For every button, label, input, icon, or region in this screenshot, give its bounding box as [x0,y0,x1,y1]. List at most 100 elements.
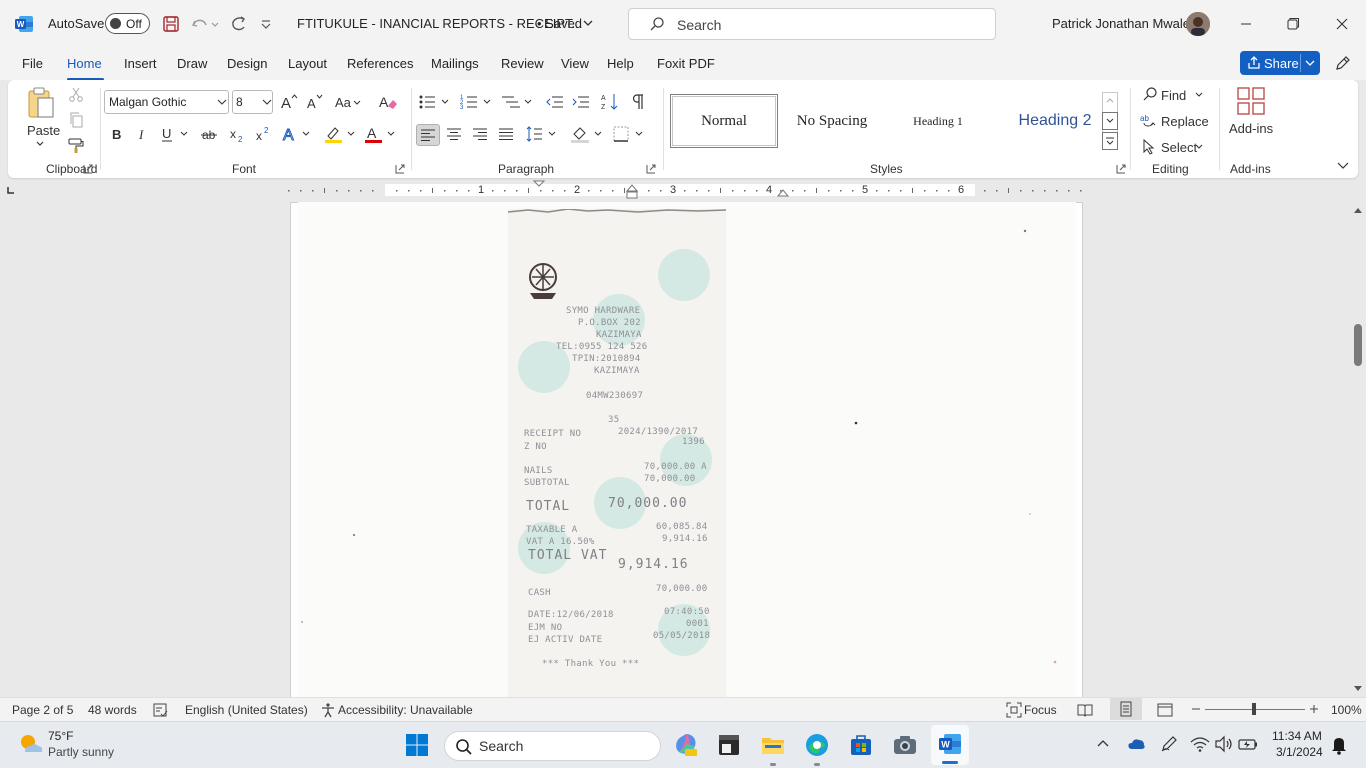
clock-date[interactable]: 3/1/2024 [1276,745,1323,759]
highlight-color-icon[interactable] [324,125,356,143]
page-count[interactable]: Page 2 of 5 [12,703,73,717]
file-explorer-icon[interactable] [760,732,786,758]
weather-icon[interactable] [16,730,44,758]
proofing-icon[interactable] [152,702,168,718]
weather-temp[interactable]: 75°F [48,729,73,743]
volume-icon[interactable] [1214,735,1234,753]
tab-foxit-pdf[interactable]: Foxit PDF [657,56,715,71]
onedrive-icon[interactable] [1126,735,1146,753]
comments-pen-icon[interactable] [1334,54,1352,72]
style-heading-2[interactable]: Heading 2 [992,94,1118,148]
focus-icon[interactable] [1006,702,1022,718]
tab-home[interactable]: Home [67,56,102,71]
microsoft-store-icon[interactable] [848,732,874,758]
microsoft-365-icon[interactable] [673,732,699,758]
word-count[interactable]: 48 words [88,703,137,717]
style-heading-1[interactable]: Heading 1 [886,94,990,148]
undo-icon[interactable] [189,13,211,35]
style-no-spacing[interactable]: No Spacing [780,94,884,148]
collapse-ribbon-icon[interactable] [1336,160,1350,170]
styles-down-icon[interactable] [1102,112,1118,130]
tab-draw[interactable]: Draw [177,56,207,71]
clipboard-launcher-icon[interactable] [83,164,93,174]
find-icon[interactable] [1142,86,1158,102]
font-color-icon[interactable]: A [364,125,396,143]
select-button[interactable]: Select [1161,140,1197,155]
search-input[interactable]: Search [628,8,996,40]
battery-icon[interactable] [1238,735,1258,753]
superscript-icon[interactable]: x2 [254,125,272,143]
styles-up-icon[interactable] [1105,95,1115,105]
user-name[interactable]: Patrick Jonathan Mwale [1052,16,1190,31]
align-center-icon[interactable] [446,127,462,141]
styles-launcher-icon[interactable] [1116,164,1126,174]
zoom-in-icon[interactable] [1308,702,1320,716]
find-dropdown-icon[interactable] [1194,91,1204,99]
zoom-out-icon[interactable] [1190,702,1202,716]
style-normal[interactable]: Normal [670,94,778,148]
styles-more-icon[interactable] [1102,132,1118,150]
start-windows-icon[interactable] [405,733,429,757]
font-launcher-icon[interactable] [395,164,405,174]
wifi-icon[interactable] [1190,735,1210,753]
replace-icon[interactable]: ab [1140,113,1158,129]
tab-selector-icon[interactable] [6,185,16,195]
scroll-up-icon[interactable] [1353,206,1363,214]
print-layout-button[interactable] [1110,698,1142,720]
notification-bell-icon[interactable] [1330,735,1348,755]
bullets-icon[interactable] [418,92,450,112]
accessibility-icon[interactable] [320,702,336,718]
select-cursor-icon[interactable] [1142,139,1156,155]
strikethrough-icon[interactable]: ab [200,125,218,143]
format-painter-icon[interactable] [68,137,84,153]
clear-formatting-icon[interactable]: A [378,92,398,112]
justify-icon[interactable] [498,127,514,141]
tab-insert[interactable]: Insert [124,56,157,71]
web-layout-icon[interactable] [1157,702,1173,718]
accessibility-status[interactable]: Accessibility: Unavailable [338,703,473,717]
paste-dropdown-icon[interactable] [35,140,45,148]
restore-icon[interactable] [1283,14,1303,34]
underline-icon[interactable]: U [159,125,189,143]
edge-browser-icon[interactable] [804,732,830,758]
align-left-button[interactable] [416,124,440,146]
share-button[interactable]: Share [1240,51,1320,75]
grow-font-icon[interactable]: A [279,92,299,112]
horizontal-ruler[interactable]: 1 2 3 4 5 6 [0,180,1366,202]
scroll-thumb[interactable] [1354,324,1362,366]
title-chevron-down-icon[interactable] [582,17,594,29]
document-canvas[interactable]: SYMO HARDWARE P.O.BOX 202 KAZIMAYA TEL:0… [0,202,1350,697]
copy-icon[interactable] [68,112,84,128]
tab-review[interactable]: Review [501,56,544,71]
add-ins-button[interactable]: Add-ins [1229,121,1273,136]
terminal-app-icon[interactable] [716,732,742,758]
decrease-indent-icon[interactable] [546,92,564,112]
avatar[interactable] [1186,12,1210,36]
zoom-slider-thumb[interactable] [1252,703,1256,715]
paragraph-launcher-icon[interactable] [646,164,656,174]
shading-icon[interactable] [570,125,604,143]
paste-label[interactable]: Paste [27,123,60,138]
customize-toolbar-icon[interactable] [258,13,274,35]
paste-icon[interactable] [26,86,56,120]
taskbar-search-input[interactable]: Search [444,731,661,761]
word-app-icon[interactable]: W [14,14,34,34]
tab-view[interactable]: View [561,56,589,71]
save-status[interactable]: • Saved [537,16,582,31]
weather-desc[interactable]: Partly sunny [48,745,114,759]
camera-app-icon[interactable] [892,732,918,758]
zoom-level[interactable]: 100% [1331,703,1362,717]
close-icon[interactable] [1332,14,1352,34]
increase-indent-icon[interactable] [572,92,590,112]
find-button[interactable]: Find [1161,88,1186,103]
focus-mode[interactable]: Focus [1024,703,1057,717]
sort-icon[interactable]: AZ [600,92,620,112]
clock-time[interactable]: 11:34 AM [1272,729,1322,743]
numbering-icon[interactable]: 123 [460,92,492,112]
text-effects-icon[interactable]: A [282,125,312,143]
vertical-scrollbar[interactable] [1350,202,1366,697]
font-name-select[interactable]: Malgan Gothic [104,90,229,114]
show-hidden-icons-icon[interactable] [1096,737,1110,751]
replace-button[interactable]: Replace [1161,114,1209,129]
undo-dropdown-icon[interactable] [210,13,220,35]
